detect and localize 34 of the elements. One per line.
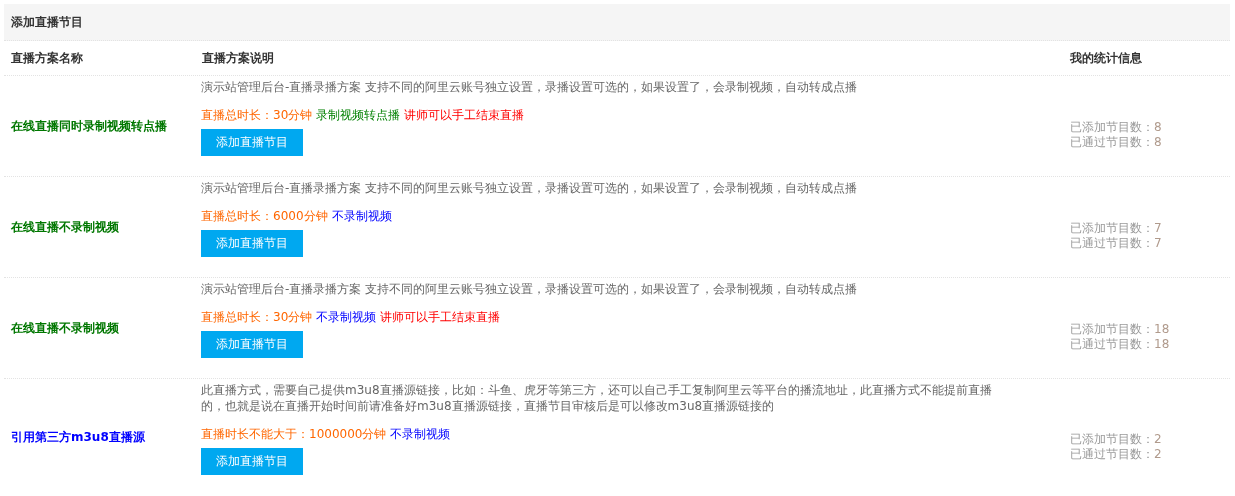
plan-description: 演示站管理后台-直播录播方案 支持不同的阿里云账号独立设置，录播设置可选的，如果设置了，会录制视频，自动转成点播 [201,281,858,297]
add-program-button[interactable]: 添加直播节目 [201,129,303,156]
column-header: 直播方案说明 [201,49,275,67]
plan-tag: 直播总时长：30分钟 [201,107,313,123]
plan-tag: 直播总时长：30分钟 [201,309,313,325]
column-header: 我的统计信息 [1069,49,1143,67]
plan-tag: 不录制视频 [390,426,451,442]
plan-description: 演示站管理后台-直播录播方案 支持不同的阿里云账号独立设置，录播设置可选的，如果设置了，会录制视频，自动转成点播 [201,79,858,95]
stat-line: 已通过节目数：18 [1070,337,1171,352]
stat-line: 已添加节目数：8 [1070,120,1163,135]
add-program-button[interactable]: 添加直播节目 [201,331,303,358]
plan-name: 在线直播同时录制视频转点播 [10,117,168,135]
plan-tag: 讲师可以手工结束直播 [380,309,501,325]
plan-name: 在线直播不录制视频 [10,218,120,236]
stat-line: 已添加节目数：18 [1070,322,1171,337]
plan-description: 此直播方式，需要自己提供m3u8直播源链接，比如：斗鱼、虎牙等第三方，还可以自己手工复制阿里云等平台的播流地址，此直播方式不能提前直播的，也就是说在直播开始时间前请准备好m3u8直播源链接，直播节目审核后是可以修改m3u8直播源链接的 [201,382,993,414]
stat-line: 已通过节目数：8 [1070,135,1163,150]
plan-tag: 直播总时长：6000分钟 [201,208,328,224]
add-program-button[interactable]: 添加直播节目 [201,448,303,475]
stat-line: 已添加节目数：2 [1070,431,1163,447]
column-header: 直播方案名称 [10,49,84,67]
plan-tag: 不录制视频 [316,309,377,325]
plan-tag: 讲师可以手工结束直播 [404,107,525,123]
plan-name: 引用第三方m3u8直播源 [10,429,146,446]
add-program-button[interactable]: 添加直播节目 [201,230,303,257]
plan-tag: 不录制视频 [331,208,392,224]
panel-title: 添加直播节目 [4,4,1230,41]
stat-line: 已通过节目数：7 [1070,236,1163,251]
stat-line: 已添加节目数：7 [1070,221,1163,236]
plan-tag: 直播时长不能大于：1000000分钟 [201,426,387,442]
stat-line: 已通过节目数：2 [1070,446,1163,462]
plan-description: 演示站管理后台-直播录播方案 支持不同的阿里云账号独立设置，录播设置可选的，如果设置了，会录制视频，自动转成点播 [201,180,858,196]
plan-tag: 录制视频转点播 [316,107,401,123]
plan-name: 在线直播不录制视频 [10,319,120,337]
